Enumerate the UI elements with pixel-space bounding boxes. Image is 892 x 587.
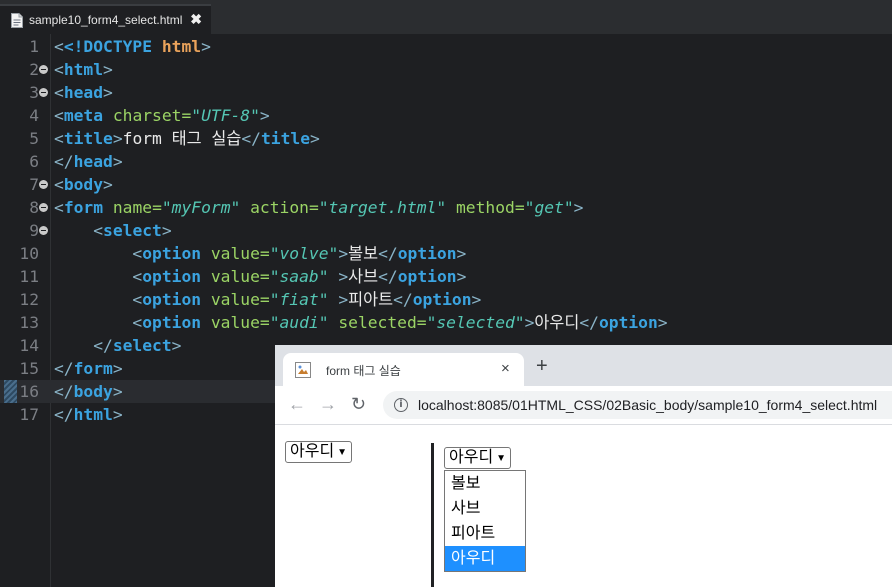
option-audi[interactable]: 아우디: [445, 546, 525, 571]
editor-file-tab[interactable]: sample10_form4_select.html ✖: [0, 4, 211, 34]
resize-handle[interactable]: [431, 443, 434, 587]
html-file-icon: [11, 12, 23, 28]
option-saab[interactable]: 사브: [445, 496, 525, 521]
chevron-down-icon: ▼: [337, 447, 348, 458]
code-line-2: <html>: [54, 60, 113, 79]
editor-tab-bar: sample10_form4_select.html ✖: [0, 0, 892, 34]
editor-tab-title: sample10_form4_select.html: [29, 13, 183, 27]
close-icon[interactable]: ✖: [190, 11, 202, 28]
page-content: 아우디 ▼ 아우디 ▼ 볼보 사브 피아트 아우디: [275, 425, 892, 587]
line-number: 6: [29, 152, 39, 171]
code-line-11: <option value="saab" >사브</option>: [132, 267, 467, 286]
browser-tab-strip: form 태그 실습 × +: [275, 345, 892, 386]
line-number: 2: [29, 60, 39, 79]
close-tab-icon[interactable]: ×: [501, 360, 510, 377]
code-line-4: <meta charset="UTF-8">: [54, 106, 270, 125]
code-line-6: </head>: [54, 152, 123, 171]
address-bar[interactable]: i localhost:8085/01HTML_CSS/02Basic_body…: [383, 391, 892, 419]
fold-toggle-icon[interactable]: [39, 180, 48, 189]
browser-window: form 태그 실습 × + ← → ↻ i localhost:8085/01…: [275, 345, 892, 587]
fold-toggle-icon[interactable]: [39, 88, 48, 97]
option-volvo[interactable]: 볼보: [445, 471, 525, 496]
info-icon[interactable]: i: [394, 398, 408, 412]
line-number: 10: [19, 244, 39, 263]
url-text[interactable]: localhost:8085/01HTML_CSS/02Basic_body/s…: [418, 397, 877, 413]
reload-icon[interactable]: ↻: [351, 394, 366, 414]
code-line-10: <option value="volve">볼보</option>: [132, 244, 467, 263]
fold-toggle-icon[interactable]: [39, 65, 48, 74]
code-line-1: <<!DOCTYPE html>: [54, 37, 211, 56]
line-number: 4: [29, 106, 39, 125]
line-number: 9: [29, 221, 39, 240]
line-number: 12: [19, 290, 39, 309]
line-number: 5: [29, 129, 39, 148]
line-number: 13: [19, 313, 39, 332]
browser-toolbar: ← → ↻ i localhost:8085/01HTML_CSS/02Basi…: [275, 386, 892, 425]
new-tab-button[interactable]: +: [536, 356, 548, 376]
page-favicon-icon: [295, 362, 311, 378]
line-number: 3: [29, 83, 39, 102]
code-line-12: <option value="fiat" >피아트</option>: [132, 290, 482, 309]
line-number: 11: [19, 267, 39, 286]
browser-tab-title: form 태그 실습: [326, 364, 401, 378]
code-line-13: <option value="audi" selected="selected"…: [132, 313, 668, 332]
line-number: 8: [29, 198, 39, 217]
code-line-8: <form name="myForm" action="target.html"…: [54, 198, 584, 217]
line-number: 7: [29, 175, 39, 194]
line-number: 16: [19, 382, 39, 401]
car-select-open[interactable]: 아우디 ▼: [444, 447, 512, 469]
code-line-7: <body>: [54, 175, 113, 194]
code-line-5: <title>form 태그 실습</title>: [54, 129, 320, 148]
line-number: 15: [19, 359, 39, 378]
code-line-3: <head>: [54, 83, 113, 102]
forward-icon[interactable]: →: [319, 394, 337, 414]
line-number: 17: [19, 405, 39, 424]
code-line-9: <select>: [93, 221, 172, 240]
option-fiat[interactable]: 피아트: [445, 521, 525, 546]
line-number: 14: [19, 336, 39, 355]
browser-tab[interactable]: form 태그 실습 ×: [283, 353, 524, 386]
car-select-left[interactable]: 아우디 ▼: [285, 441, 353, 463]
fold-toggle-icon[interactable]: [39, 203, 48, 212]
back-icon[interactable]: ←: [288, 394, 306, 414]
select-dropdown-list: 볼보 사브 피아트 아우디: [444, 470, 526, 572]
fold-toggle-icon[interactable]: [39, 226, 48, 235]
line-number: 1: [29, 37, 39, 56]
chevron-down-icon: ▼: [496, 453, 507, 464]
